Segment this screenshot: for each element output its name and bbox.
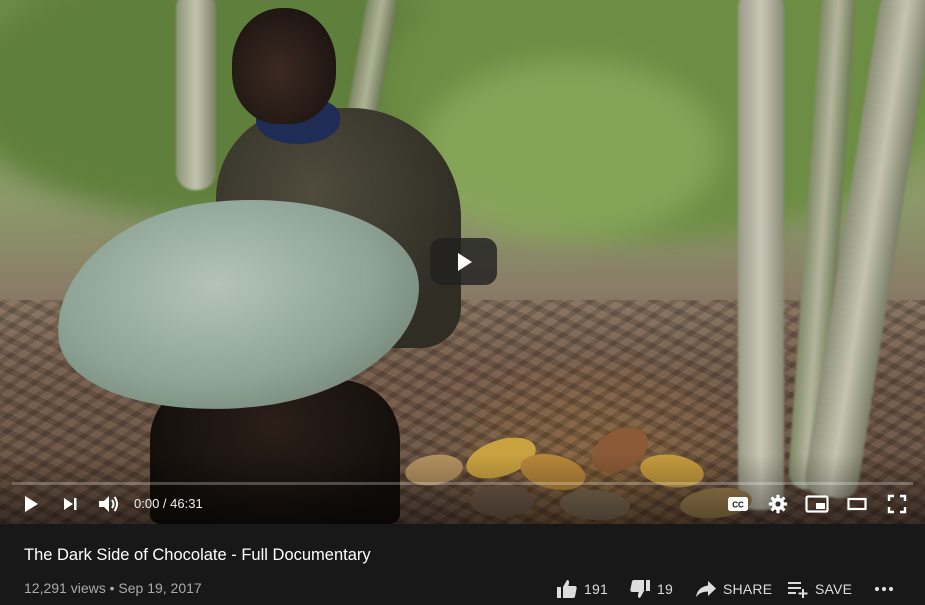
more-actions-button[interactable] xyxy=(873,577,895,601)
next-button[interactable] xyxy=(58,490,82,518)
like-button[interactable]: 191 xyxy=(556,577,608,601)
tree-trunk xyxy=(738,0,784,510)
miniplayer-button[interactable] xyxy=(804,490,830,518)
foliage-background xyxy=(420,60,720,240)
upload-date: Sep 19, 2017 xyxy=(118,580,202,596)
volume-icon xyxy=(99,496,118,512)
volume-button[interactable] xyxy=(96,490,122,518)
save-label: SAVE xyxy=(815,581,853,597)
current-time: 0:00 xyxy=(134,496,160,511)
dislike-button[interactable]: 19 xyxy=(629,577,673,601)
next-icon xyxy=(64,498,77,510)
fullscreen-button[interactable] xyxy=(884,490,910,518)
video-player[interactable]: 0:00 / 46:31 CC xyxy=(0,0,925,524)
like-count: 191 xyxy=(584,581,608,597)
theater-mode-button[interactable] xyxy=(844,490,870,518)
captions-icon: CC xyxy=(728,497,748,511)
meta-separator: • xyxy=(105,580,119,596)
thumbs-up-icon xyxy=(557,580,577,598)
theater-icon xyxy=(847,497,867,511)
share-icon xyxy=(696,581,716,597)
video-info: The Dark Side of Chocolate - Full Docume… xyxy=(0,524,925,605)
share-label: SHARE xyxy=(723,581,773,597)
video-title: The Dark Side of Chocolate - Full Docume… xyxy=(24,546,371,564)
more-icon xyxy=(874,586,894,592)
dislike-count: 19 xyxy=(657,581,673,597)
play-button[interactable] xyxy=(18,490,44,518)
playlist-add-icon xyxy=(788,582,808,598)
time-separator: / xyxy=(159,496,171,511)
video-meta: 12,291 views • Sep 19, 2017 xyxy=(24,580,202,596)
progress-bar[interactable] xyxy=(12,482,913,485)
miniplayer-icon xyxy=(805,495,829,513)
play-icon xyxy=(25,496,38,512)
settings-button[interactable] xyxy=(766,490,790,518)
tree-trunk xyxy=(176,0,216,190)
big-play-button[interactable] xyxy=(430,238,497,285)
save-button[interactable]: SAVE xyxy=(787,577,852,601)
svg-text:CC: CC xyxy=(732,501,744,510)
duration: 46:31 xyxy=(170,496,203,511)
gear-icon xyxy=(768,494,788,514)
captions-button[interactable]: CC xyxy=(726,490,750,518)
fullscreen-icon xyxy=(887,494,907,514)
time-display: 0:00 / 46:31 xyxy=(134,496,203,511)
thumbs-down-icon xyxy=(630,580,650,598)
view-count: 12,291 views xyxy=(24,580,106,596)
child-head xyxy=(232,8,336,124)
play-icon xyxy=(457,252,472,271)
share-button[interactable]: SHARE xyxy=(695,577,772,601)
